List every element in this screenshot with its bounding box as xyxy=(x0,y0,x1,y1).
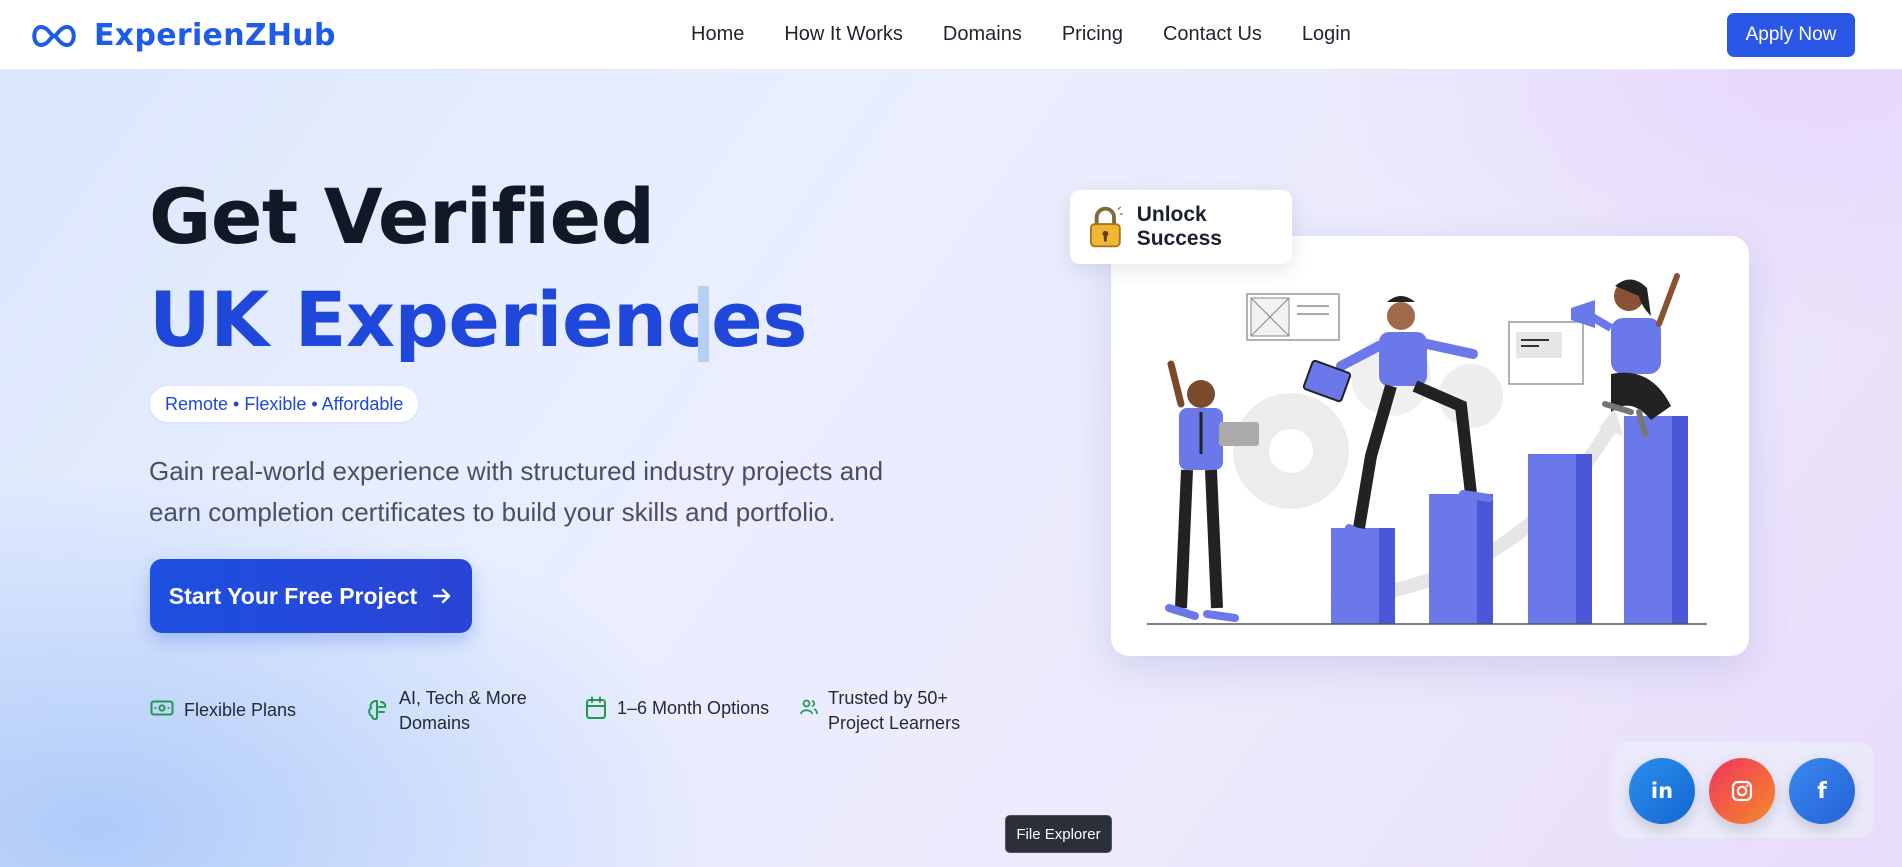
nav-login[interactable]: Login xyxy=(1302,23,1351,46)
linkedin-icon: in xyxy=(1650,779,1674,803)
instagram-button[interactable] xyxy=(1709,758,1775,824)
calendar-icon xyxy=(586,696,606,719)
feature-label: 1–6 Month Options xyxy=(617,698,770,718)
typing-caret xyxy=(698,286,709,362)
facebook-button[interactable]: f xyxy=(1789,758,1855,824)
hero-illustration-card xyxy=(1111,236,1749,656)
hero-tagline-pill: Remote • Flexible • Affordable xyxy=(150,386,419,422)
brand-logo[interactable]: ExperienZHub xyxy=(28,18,336,53)
linkedin-button[interactable]: in xyxy=(1629,758,1695,824)
brain-icon xyxy=(368,700,387,721)
feature-month-options: 1–6 Month Options xyxy=(585,696,769,721)
feature-label: Flexible Plans xyxy=(184,700,297,720)
feature-label-line2: Domains xyxy=(399,713,471,733)
nav-pricing[interactable]: Pricing xyxy=(1062,23,1123,46)
feature-label: AI, Tech & More xyxy=(399,688,527,708)
hero-description: Gain real-world experience with structur… xyxy=(149,456,884,527)
users-icon xyxy=(800,699,818,715)
nav-how-it-works[interactable]: How It Works xyxy=(784,23,903,46)
infinity-logo-icon xyxy=(32,24,76,47)
nav-home[interactable]: Home xyxy=(691,23,744,46)
hero-title-line1: Get Verified xyxy=(149,172,655,261)
growth-illustration xyxy=(1147,273,1707,625)
padlock-icon xyxy=(1089,206,1123,248)
brand-name: ExperienZHub xyxy=(94,18,336,53)
file-explorer-tooltip: File Explorer xyxy=(1005,815,1112,853)
feature-domains: AI, Tech & More Domains xyxy=(367,686,527,736)
nav-contact-us[interactable]: Contact Us xyxy=(1163,23,1262,46)
nav-links: Home How It Works Domains Pricing Contac… xyxy=(691,23,1351,46)
top-navbar: ExperienZHub Home How It Works Domains P… xyxy=(0,0,1902,70)
instagram-icon xyxy=(1731,780,1753,802)
start-free-project-button[interactable]: Start Your Free Project xyxy=(150,559,472,633)
cta-label: Start Your Free Project xyxy=(168,582,418,609)
facebook-icon: f xyxy=(1817,778,1827,804)
money-icon xyxy=(150,700,174,716)
apply-now-button[interactable]: Apply Now xyxy=(1727,13,1855,57)
feature-label-line2: Project Learners xyxy=(828,713,961,733)
badge-label: Unlock Success xyxy=(1136,203,1222,250)
feature-label: Trusted by 50+ xyxy=(828,688,948,708)
feature-trusted: Trusted by 50+ Project Learners xyxy=(800,686,960,736)
arrow-right-icon xyxy=(433,588,451,604)
unlock-success-badge: Unlock Success xyxy=(1070,190,1292,264)
nav-domains[interactable]: Domains xyxy=(943,23,1022,46)
feature-flexible-plans: Flexible Plans xyxy=(150,698,296,723)
